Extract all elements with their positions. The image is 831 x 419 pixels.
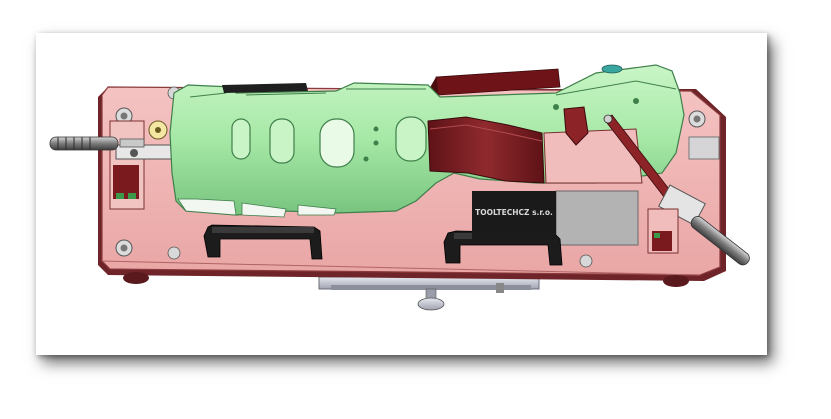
window-slot bbox=[395, 116, 427, 162]
window-slot bbox=[269, 118, 295, 164]
teal-cap bbox=[601, 64, 623, 74]
window-slot bbox=[231, 118, 251, 160]
name-plate bbox=[555, 190, 639, 246]
bottom-rail bbox=[318, 276, 540, 311]
cad-render: TOOLTECHCZ s.r.o. bbox=[36, 33, 767, 355]
clamp-handle bbox=[49, 136, 119, 151]
company-logo: TOOLTECHCZ s.r.o. bbox=[475, 208, 553, 217]
logo-plate: TOOLTECHCZ s.r.o. bbox=[472, 191, 556, 239]
left-clamp-block bbox=[109, 120, 145, 210]
label-plate bbox=[688, 136, 720, 160]
screw-icon bbox=[688, 110, 706, 128]
image-frame: TOOLTECHCZ s.r.o. bbox=[36, 33, 767, 355]
screw-icon bbox=[115, 239, 133, 257]
window-slot bbox=[319, 118, 355, 168]
